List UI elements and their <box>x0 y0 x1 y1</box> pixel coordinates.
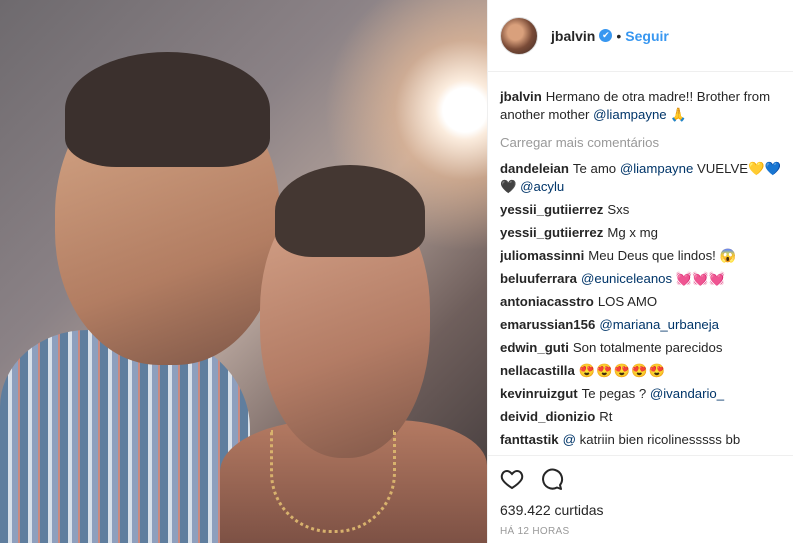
verified-badge-icon: ✔ <box>599 29 613 42</box>
separator-dot: • <box>616 27 622 44</box>
comment-username[interactable]: beluuferrara <box>500 271 577 286</box>
comment-username[interactable]: yessii_gutiierrez <box>500 202 603 217</box>
comment-item: antoniacasstro LOS AMO <box>500 293 782 311</box>
caption-username[interactable]: jbalvin <box>500 89 542 104</box>
comment-username[interactable]: deivid_dionizio <box>500 409 595 424</box>
load-more-comments-link[interactable]: Carregar mais comentários <box>500 134 782 152</box>
comment-mention[interactable]: @mariana_urbaneja <box>599 317 719 332</box>
comment-text: Rt <box>599 409 613 424</box>
comment-item: edwin_guti Son totalmente parecidos <box>500 339 782 357</box>
comment-username[interactable]: kevinruizgut <box>500 386 578 401</box>
comment-text: 💓💓💓 <box>672 271 726 286</box>
comment-username[interactable]: dandeleian <box>500 161 569 176</box>
post-panel: jbalvin ✔ • Seguir jbalvin Hermano de otr… <box>487 0 793 543</box>
comment-text: Meu Deus que lindos! 😱 <box>588 248 736 263</box>
comment-mention[interactable]: @acylu <box>520 179 564 194</box>
comment-mention[interactable]: @liampayne <box>620 161 694 176</box>
comment-username[interactable]: fanttastik <box>500 432 559 447</box>
action-icons <box>500 464 782 494</box>
comment-mention[interactable]: @ <box>563 432 576 447</box>
comment-username[interactable]: emarussian156 <box>500 317 595 332</box>
comment-username[interactable]: juliomassinni <box>500 248 584 263</box>
comment-text: Son totalmente parecidos <box>572 340 723 355</box>
comment-item: yessii_gutiierrez Mg x mg <box>500 224 782 242</box>
post-actions: 639.422 curtidas HÁ 12 HORAS <box>488 455 793 537</box>
comment-item: fanttastik @ katriin bien ricolinesssss b… <box>500 431 782 449</box>
comment-username[interactable]: nellacastilla <box>500 363 575 378</box>
post-header: jbalvin ✔ • Seguir <box>488 0 793 72</box>
post-timestamp: HÁ 12 HORAS <box>500 526 570 537</box>
person-right-hair <box>275 165 425 257</box>
author-username[interactable]: jbalvin <box>551 28 595 44</box>
comment-text: Te amo <box>572 161 620 176</box>
comment-item: nellacastilla 😍😍😍😍😍 <box>500 362 782 380</box>
comment-item: dandeleian Te amo @liampayne VUELVE💛💙🖤 @a… <box>500 160 782 196</box>
comment-mention[interactable]: @ivandario_ <box>650 386 724 401</box>
comment-item: beluuferrara @euniceleanos 💓💓💓 <box>500 270 782 288</box>
comment-text: Sxs <box>607 202 630 217</box>
likes-text: 639.422 curtidas <box>500 502 604 518</box>
comment-icon[interactable] <box>540 467 564 491</box>
comment-text: katriin bien ricolinesssss bb <box>576 432 741 447</box>
comment-item: kevinruizgut Te pegas ? @ivandario_ <box>500 385 782 403</box>
person-left-hair <box>65 52 270 167</box>
post-photo[interactable] <box>0 0 487 543</box>
heart-icon[interactable] <box>500 467 524 491</box>
comment-item: juliomassinni Meu Deus que lindos! 😱 <box>500 247 782 265</box>
person-left-shirt <box>0 330 250 543</box>
comment-text: Mg x mg <box>607 225 658 240</box>
post-caption: jbalvin Hermano de otra madre!! Brother f… <box>500 88 782 124</box>
comment-username[interactable]: edwin_guti <box>500 340 569 355</box>
comment-item: yessii_gutiierrez Sxs <box>500 201 782 219</box>
comment-text: Te pegas ? <box>581 386 650 401</box>
caption-mention[interactable]: @liampayne <box>593 107 667 122</box>
caption-emoji: 🙏 <box>670 107 687 122</box>
comment-item: deivid_dionizio Rt <box>500 408 782 426</box>
comments-section: jbalvin Hermano de otra madre!! Brother f… <box>500 88 782 454</box>
comment-text: 😍😍😍😍😍 <box>578 363 666 378</box>
comment-text: LOS AMO <box>597 294 658 309</box>
comment-username[interactable]: antoniacasstro <box>500 294 594 309</box>
comment-mention[interactable]: @euniceleanos <box>581 271 672 286</box>
comment-item: emarussian156 @mariana_urbaneja <box>500 316 782 334</box>
avatar[interactable] <box>500 16 538 55</box>
comment-username[interactable]: yessii_gutiierrez <box>500 225 603 240</box>
likes-count[interactable]: 639.422 curtidas <box>500 502 782 518</box>
follow-button[interactable]: Seguir <box>625 28 669 44</box>
